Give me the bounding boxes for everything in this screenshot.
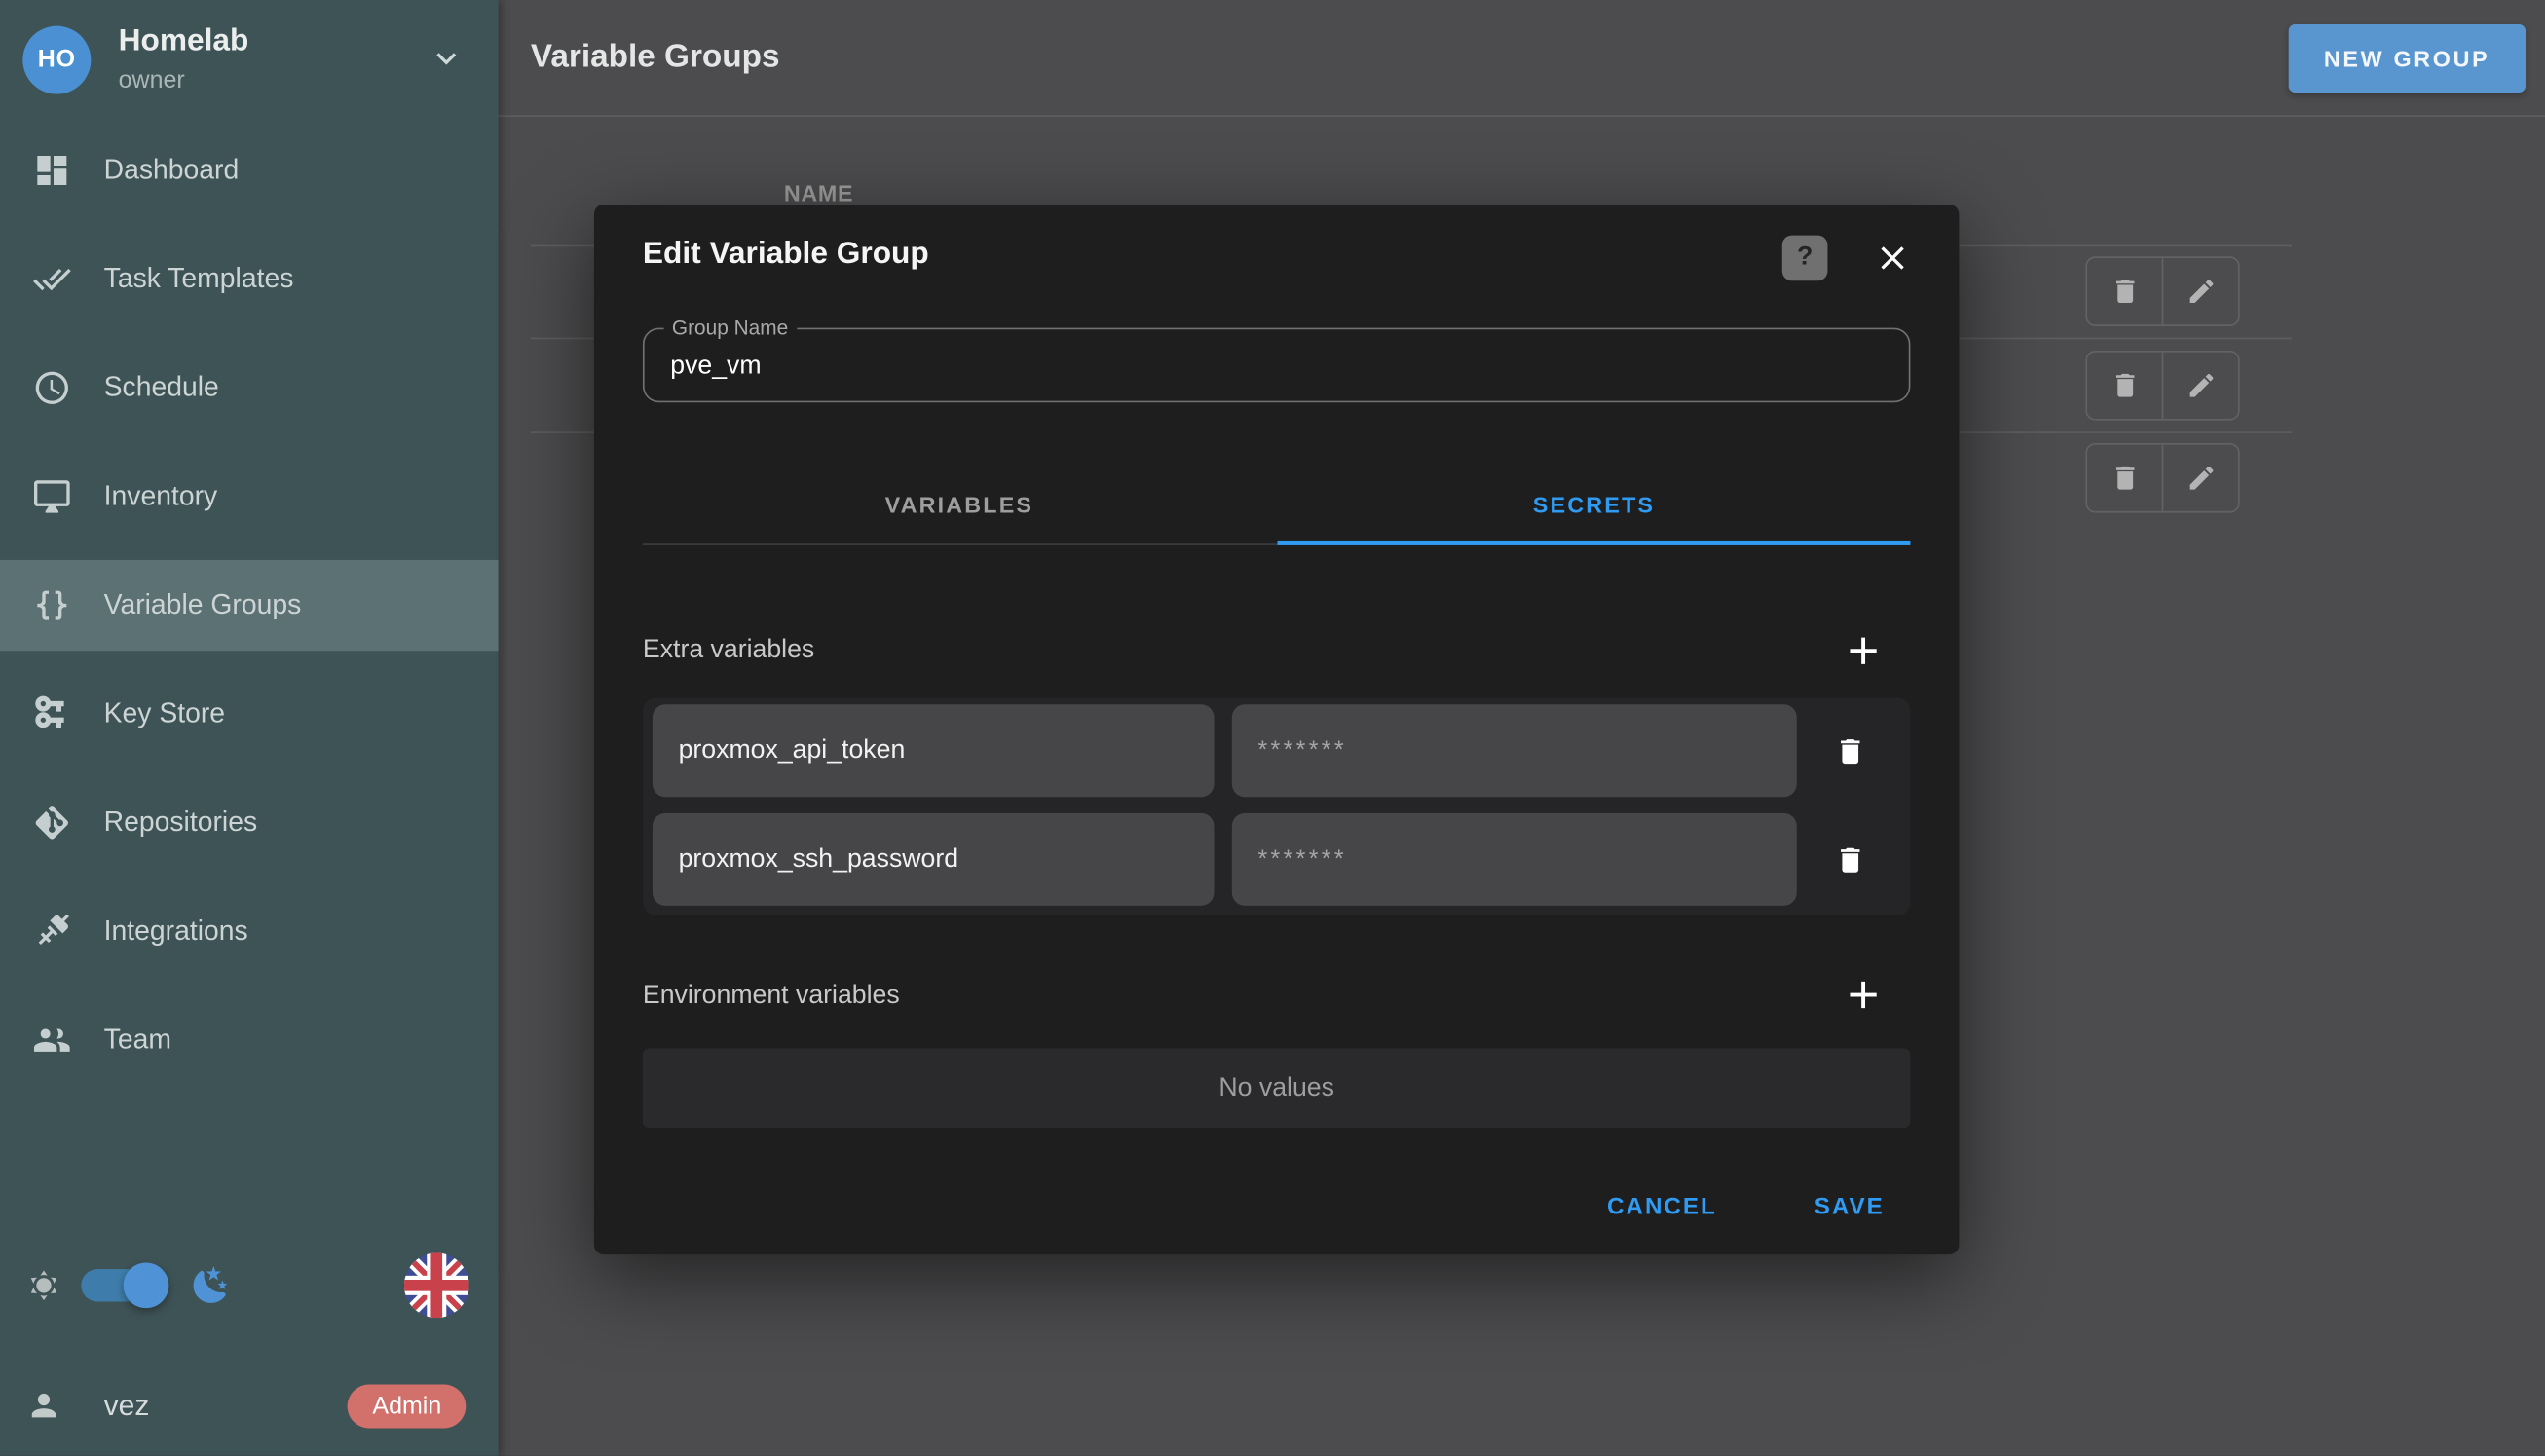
sidebar-item-label: Task Templates xyxy=(104,263,294,295)
sidebar-item-label: Inventory xyxy=(104,480,218,512)
pencil-icon xyxy=(2186,370,2217,401)
table-row-actions xyxy=(2085,443,2239,513)
environment-variables-empty: No values xyxy=(643,1049,1910,1129)
delete-secret-button[interactable] xyxy=(1797,813,1904,906)
code-braces-icon xyxy=(32,586,71,625)
sidebar-item-schedule[interactable]: Schedule xyxy=(0,343,499,433)
secret-row: proxmox_ssh_password ******* xyxy=(653,813,1904,906)
cancel-button[interactable]: CANCEL xyxy=(1597,1193,1727,1222)
plug-connection-icon xyxy=(32,913,71,952)
delete-row-button[interactable] xyxy=(2087,353,2162,419)
secret-key-input[interactable]: proxmox_api_token xyxy=(653,704,1215,797)
group-name-value: pve_vm xyxy=(670,353,761,382)
tab-variables[interactable]: VARIABLES xyxy=(643,467,1276,542)
secret-key-input[interactable]: proxmox_ssh_password xyxy=(653,813,1215,906)
active-tab-indicator xyxy=(1277,541,1910,545)
delete-row-button[interactable] xyxy=(2087,445,2162,511)
trash-icon xyxy=(2110,463,2141,494)
group-name-input[interactable]: Group Name pve_vm xyxy=(643,328,1910,403)
keys-icon xyxy=(32,694,71,733)
toggle-knob xyxy=(124,1262,169,1308)
git-icon xyxy=(32,803,71,842)
secret-row: proxmox_api_token ******* xyxy=(653,704,1904,797)
monitor-icon xyxy=(32,477,71,516)
dialog-title: Edit Variable Group xyxy=(643,237,929,273)
username: vez xyxy=(104,1389,150,1423)
table-column-header-name: NAME xyxy=(784,180,853,206)
add-environment-variable-button[interactable] xyxy=(1841,972,1887,1018)
edit-row-button[interactable] xyxy=(2162,445,2238,511)
sidebar-item-repositories[interactable]: Repositories xyxy=(0,777,499,868)
close-icon[interactable] xyxy=(1873,239,1912,278)
help-icon[interactable]: ? xyxy=(1782,236,1828,281)
sidebar-item-label: Team xyxy=(104,1025,171,1057)
save-button[interactable]: SAVE xyxy=(1805,1193,1894,1222)
sidebar-item-integrations[interactable]: Integrations xyxy=(0,886,499,977)
sidebar-item-dashboard[interactable]: Dashboard xyxy=(0,125,499,215)
sidebar-item-label: Variable Groups xyxy=(104,589,302,621)
trash-icon xyxy=(1834,734,1866,766)
table-row-actions xyxy=(2085,256,2239,326)
sidebar-item-label: Key Store xyxy=(104,698,225,730)
dialog-actions: CANCEL SAVE xyxy=(1597,1178,1894,1237)
pencil-icon xyxy=(2186,276,2217,307)
environment-variables-label: Environment variables xyxy=(643,982,900,1011)
sun-icon xyxy=(26,1267,62,1303)
sidebar-item-label: Dashboard xyxy=(104,154,240,186)
user-row[interactable]: vez Admin xyxy=(26,1374,467,1436)
moon-icon xyxy=(190,1264,232,1306)
plus-icon xyxy=(1841,972,1887,1018)
delete-secret-button[interactable] xyxy=(1797,704,1904,797)
clock-icon xyxy=(32,368,71,407)
secret-value-input[interactable]: ******* xyxy=(1232,813,1797,906)
app-header: Variable Groups NEW GROUP xyxy=(499,0,2545,117)
admin-badge: Admin xyxy=(348,1384,466,1428)
new-group-button[interactable]: NEW GROUP xyxy=(2288,23,2526,92)
sidebar-item-label: Repositories xyxy=(104,806,257,839)
people-icon xyxy=(32,1021,71,1060)
table-row-actions xyxy=(2085,351,2239,421)
edit-row-button[interactable] xyxy=(2162,353,2238,419)
sidebar-item-label: Integrations xyxy=(104,915,248,948)
tab-secrets[interactable]: SECRETS xyxy=(1277,467,1910,542)
sidebar-item-inventory[interactable]: Inventory xyxy=(0,451,499,541)
trash-icon xyxy=(2110,276,2141,307)
plus-icon xyxy=(1841,628,1887,674)
delete-row-button[interactable] xyxy=(2087,258,2162,324)
done-all-icon xyxy=(32,260,71,299)
project-switcher[interactable]: HO Homelab owner xyxy=(0,0,499,114)
add-extra-variable-button[interactable] xyxy=(1841,628,1887,674)
secret-value-input[interactable]: ******* xyxy=(1232,704,1797,797)
edit-variable-group-dialog: Edit Variable Group ? Group Name pve_vm … xyxy=(594,205,1959,1254)
edit-row-button[interactable] xyxy=(2162,258,2238,324)
sidebar-item-key-store[interactable]: Key Store xyxy=(0,669,499,760)
project-avatar: HO xyxy=(22,25,91,93)
extra-variables-panel: proxmox_api_token ******* proxmox_ssh_pa… xyxy=(643,698,1910,915)
page-title: Variable Groups xyxy=(531,39,780,76)
language-flag-uk[interactable] xyxy=(404,1252,469,1318)
sidebar-item-team[interactable]: Team xyxy=(0,995,499,1086)
chevron-down-icon[interactable] xyxy=(427,39,466,78)
project-name: Homelab xyxy=(119,24,249,60)
sidebar-nav: Dashboard Task Templates Schedule Invent… xyxy=(0,125,499,1086)
user-icon xyxy=(26,1388,62,1424)
project-role: owner xyxy=(119,66,249,93)
sidebar-item-task-templates[interactable]: Task Templates xyxy=(0,234,499,324)
sidebar-item-label: Schedule xyxy=(104,372,219,404)
project-meta: Homelab owner xyxy=(119,24,249,94)
theme-row xyxy=(26,1251,469,1320)
dashboard-icon xyxy=(32,151,71,190)
sidebar-item-variable-groups[interactable]: Variable Groups xyxy=(0,560,499,651)
trash-icon xyxy=(2110,370,2141,401)
group-name-label: Group Name xyxy=(664,317,797,339)
pencil-icon xyxy=(2186,463,2217,494)
extra-variables-label: Extra variables xyxy=(643,636,814,665)
sidebar: HO Homelab owner Dashboard Task Template… xyxy=(0,0,499,1456)
dark-mode-toggle[interactable] xyxy=(81,1269,162,1301)
app-root: HO Homelab owner Dashboard Task Template… xyxy=(0,0,2545,1456)
dialog-tabs: VARIABLES SECRETS xyxy=(643,467,1910,548)
trash-icon xyxy=(1834,843,1866,876)
